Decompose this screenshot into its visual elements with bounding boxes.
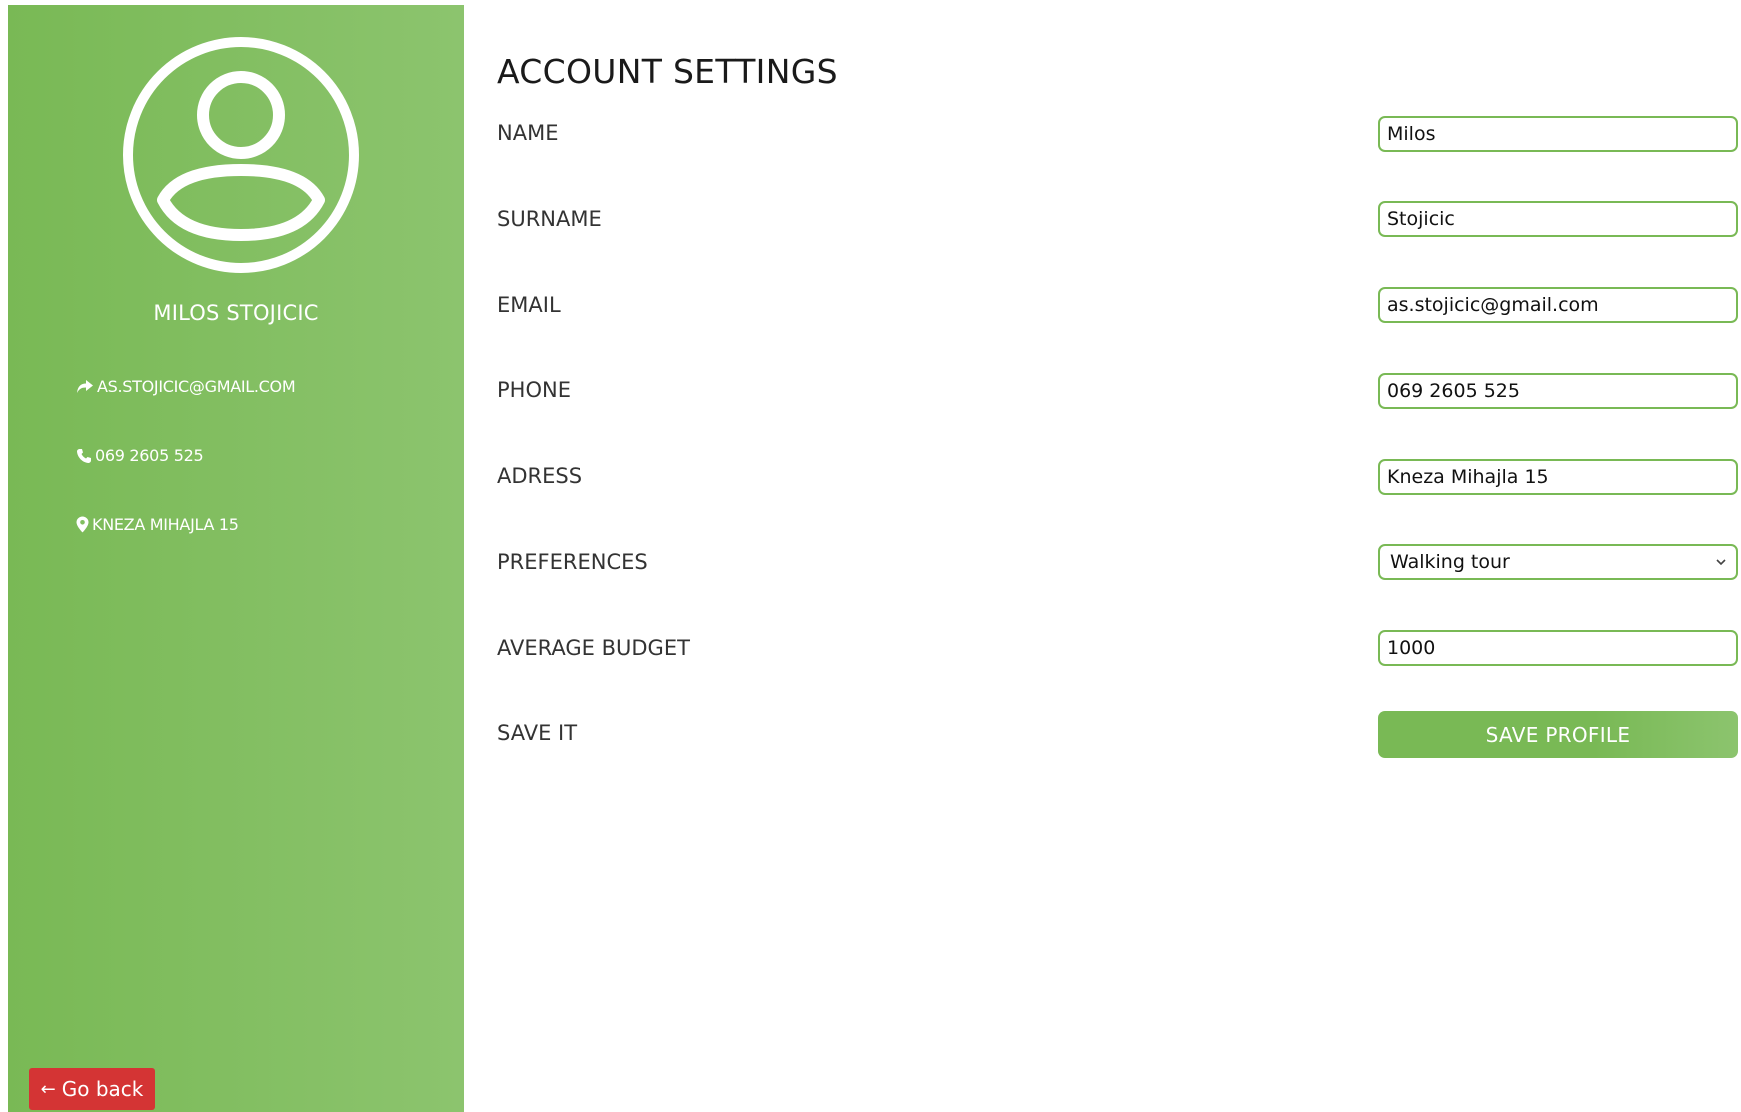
page-title: ACCOUNT SETTINGS xyxy=(497,52,838,91)
user-avatar-icon xyxy=(123,37,359,273)
preferences-label: PREFERENCES xyxy=(497,550,648,574)
left-arrow-icon: ← xyxy=(40,1078,56,1100)
account-settings-page: MILOS STOJICIC AS.STOJICIC@GMAIL.COM 069… xyxy=(0,0,1741,1112)
budget-label: AVERAGE BUDGET xyxy=(497,636,690,660)
name-field[interactable] xyxy=(1378,116,1738,152)
budget-field[interactable] xyxy=(1378,630,1738,666)
address-field[interactable] xyxy=(1378,459,1738,495)
share-arrow-icon xyxy=(77,380,93,393)
preferences-selected-value: Walking tour xyxy=(1390,551,1510,573)
map-marker-icon xyxy=(76,516,89,533)
surname-field[interactable] xyxy=(1378,201,1738,237)
profile-name: MILOS STOJICIC xyxy=(153,301,319,325)
address-label: ADRESS xyxy=(497,464,583,488)
phone-icon xyxy=(77,448,91,463)
chevron-down-icon xyxy=(1716,558,1726,566)
name-label: NAME xyxy=(497,121,559,145)
profile-sidebar: MILOS STOJICIC AS.STOJICIC@GMAIL.COM 069… xyxy=(8,5,464,1112)
save-profile-button[interactable]: SAVE PROFILE xyxy=(1378,711,1738,758)
profile-email: AS.STOJICIC@GMAIL.COM xyxy=(97,377,296,396)
save-label: SAVE IT xyxy=(497,721,578,745)
email-label: EMAIL xyxy=(497,293,561,317)
profile-phone-row: 069 2605 525 xyxy=(76,446,204,465)
surname-label: SURNAME xyxy=(497,207,602,231)
phone-field[interactable] xyxy=(1378,373,1738,409)
preferences-select[interactable]: Walking tour xyxy=(1378,544,1738,580)
phone-label: PHONE xyxy=(497,378,571,402)
profile-address-row: KNEZA MIHAJLA 15 xyxy=(76,515,239,534)
go-back-label: Go back xyxy=(61,1077,144,1101)
profile-address: KNEZA MIHAJLA 15 xyxy=(92,515,239,534)
go-back-button[interactable]: ← Go back xyxy=(29,1068,155,1110)
email-field[interactable] xyxy=(1378,287,1738,323)
profile-phone: 069 2605 525 xyxy=(95,446,204,465)
profile-email-row: AS.STOJICIC@GMAIL.COM xyxy=(76,377,296,396)
